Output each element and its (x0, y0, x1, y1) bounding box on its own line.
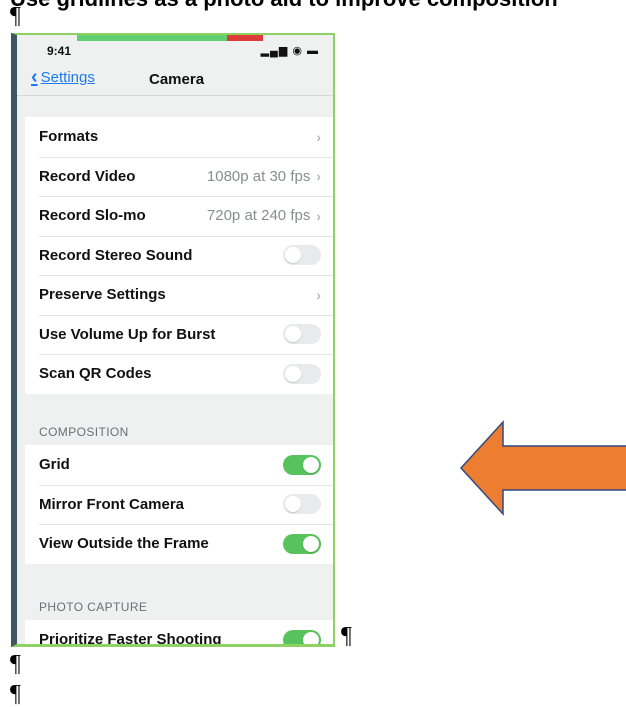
settings-group-composition: Grid Mirror Front Camera View Outside the … (25, 445, 333, 564)
back-button[interactable]: ‹ Settings (31, 66, 95, 88)
toggle-switch[interactable] (283, 363, 321, 384)
phone-screenshot: 9:41 ▂▄▆ ◉ ▬ ‹ Settings Camera Formats › R… (11, 33, 335, 647)
pilcrow-mark: ¶ (10, 3, 21, 29)
setting-row-record-stereo-sound[interactable]: Record Stereo Sound (25, 235, 333, 276)
toggle-switch[interactable] (283, 629, 321, 644)
document-heading: Use gridlines as a photo aid to improve … (10, 0, 626, 20)
setting-label: Prioritize Faster Shooting (39, 631, 222, 647)
setting-label: Grid (39, 456, 70, 474)
page-title: Camera (149, 71, 205, 88)
setting-row-preserve-settings[interactable]: Preserve Settings › (25, 275, 333, 315)
setting-label: Record Stereo Sound (39, 246, 193, 264)
pilcrow-mark: ¶ (341, 623, 352, 649)
toggle-switch[interactable] (283, 494, 321, 515)
chevron-right-icon: › (316, 168, 321, 185)
setting-row-record-video[interactable]: Record Video 1080p at 30 fps › (25, 156, 333, 197)
setting-row-formats[interactable]: Formats › (25, 117, 333, 157)
section-header-composition: COMPOSITION (39, 425, 129, 439)
setting-row-prioritize-faster-shooting[interactable]: Prioritize Faster Shooting (25, 620, 333, 647)
toggle-switch[interactable] (283, 454, 321, 475)
chevron-left-icon: ‹ (31, 66, 38, 88)
record-indicator (227, 35, 263, 41)
setting-label: Record Video (39, 167, 136, 185)
chevron-right-icon: › (316, 286, 321, 303)
setting-label: Scan QR Codes (39, 365, 152, 383)
setting-label: Record Slo-mo (39, 207, 146, 225)
pilcrow-mark: ¶ (10, 681, 21, 707)
setting-row-view-outside-the-frame[interactable]: View Outside the Frame (25, 524, 333, 564)
setting-label: Preserve Settings (39, 286, 166, 304)
settings-group-photo-capture: Prioritize Faster Shooting (25, 620, 333, 647)
back-label: Settings (40, 69, 95, 86)
status-time: 9:41 (47, 44, 72, 58)
setting-label: View Outside the Frame (39, 535, 209, 553)
chevron-right-icon: › (316, 207, 321, 224)
setting-value: 1080p at 30 fps (206, 167, 311, 185)
nav-divider (17, 95, 333, 96)
call-indicator-bar (77, 35, 227, 41)
status-icons: ▂▄▆ ◉ ▬ (260, 45, 319, 57)
toggle-switch[interactable] (283, 245, 321, 266)
left-arrow-icon (459, 420, 626, 516)
section-header-photo-capture: PHOTO CAPTURE (39, 600, 148, 614)
setting-row-grid[interactable]: Grid (25, 445, 333, 485)
setting-label: Use Volume Up for Burst (39, 325, 216, 343)
toggle-switch[interactable] (283, 533, 321, 554)
setting-value: 720p at 240 fps (206, 207, 311, 225)
settings-group-general: Formats › Record Video 1080p at 30 fps › Reco… (25, 117, 333, 394)
toggle-switch[interactable] (283, 324, 321, 345)
setting-row-scan-qr-codes[interactable]: Scan QR Codes (25, 354, 333, 394)
setting-row-mirror-front-camera[interactable]: Mirror Front Camera (25, 484, 333, 525)
setting-row-record-slo-mo[interactable]: Record Slo-mo 720p at 240 fps › (25, 196, 333, 236)
setting-label: Formats (39, 128, 99, 146)
chevron-right-icon: › (316, 128, 321, 145)
pilcrow-mark: ¶ (10, 651, 21, 677)
setting-label: Mirror Front Camera (39, 495, 185, 513)
setting-row-use-volume-up-for-burst[interactable]: Use Volume Up for Burst (25, 314, 333, 355)
